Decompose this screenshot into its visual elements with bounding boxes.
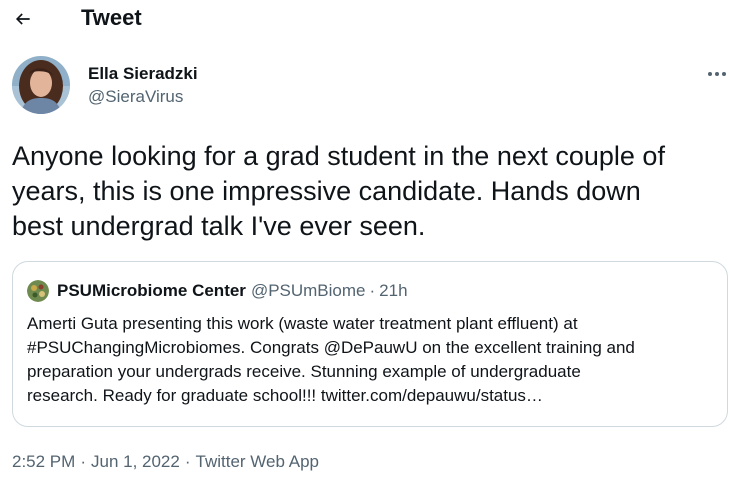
tweet-time[interactable]: 2:52 PM (12, 452, 75, 471)
back-button[interactable] (6, 2, 40, 36)
avatar[interactable] (12, 56, 70, 114)
author-handle[interactable]: @SieraVirus (88, 87, 183, 107)
tweet-header: Tweet (0, 0, 730, 40)
separator-dot: · (184, 452, 191, 471)
author-block: Ella Sieradzki @SieraVirus (0, 56, 730, 120)
quoted-text-line: preparation your undergrads receive. Stu… (27, 362, 581, 381)
tweet-text-line: Anyone looking for a grad student in the… (12, 141, 665, 171)
arrow-left-icon (15, 13, 30, 25)
more-dot-icon (708, 72, 712, 76)
tweet-date[interactable]: Jun 1, 2022 (91, 452, 180, 471)
page-title: Tweet (81, 5, 142, 30)
quoted-text-line: research. Ready for graduate school!!! t… (27, 386, 543, 405)
quoted-tweet-header: PSUMicrobiome Center @PSUmBiome · 21h (27, 280, 408, 302)
author-name[interactable]: Ella Sieradzki (88, 64, 198, 84)
quoted-text-line: Amerti Guta presenting this work (waste … (27, 314, 578, 333)
quoted-tweet-text: Amerti Guta presenting this work (waste … (27, 312, 717, 408)
separator-dot: · (369, 281, 376, 300)
tweet-text-line: years, this is one impressive candidate.… (12, 176, 641, 206)
more-dot-icon (722, 72, 726, 76)
quoted-author-handle: @PSUmBiome (250, 281, 366, 300)
more-dot-icon (715, 72, 719, 76)
separator-dot: · (80, 452, 86, 471)
quoted-author-name: PSUMicrobiome Center (57, 281, 246, 300)
quoted-text-line: #PSUChangingMicrobiomes. Congrats @DePau… (27, 338, 635, 357)
source-app-link[interactable]: Twitter Web App (196, 452, 319, 471)
tweet-metadata: 2:52 PM · Jun 1, 2022 · Twitter Web App (12, 451, 319, 473)
tweet-text-line: best undergrad talk I've ever seen. (12, 211, 426, 241)
quoted-timestamp: 21h (379, 281, 408, 300)
tweet-text: Anyone looking for a grad student in the… (12, 139, 728, 244)
quoted-tweet[interactable]: PSUMicrobiome Center @PSUmBiome · 21h Am… (12, 261, 728, 427)
quoted-avatar (27, 280, 49, 302)
more-options-button[interactable] (708, 66, 730, 82)
